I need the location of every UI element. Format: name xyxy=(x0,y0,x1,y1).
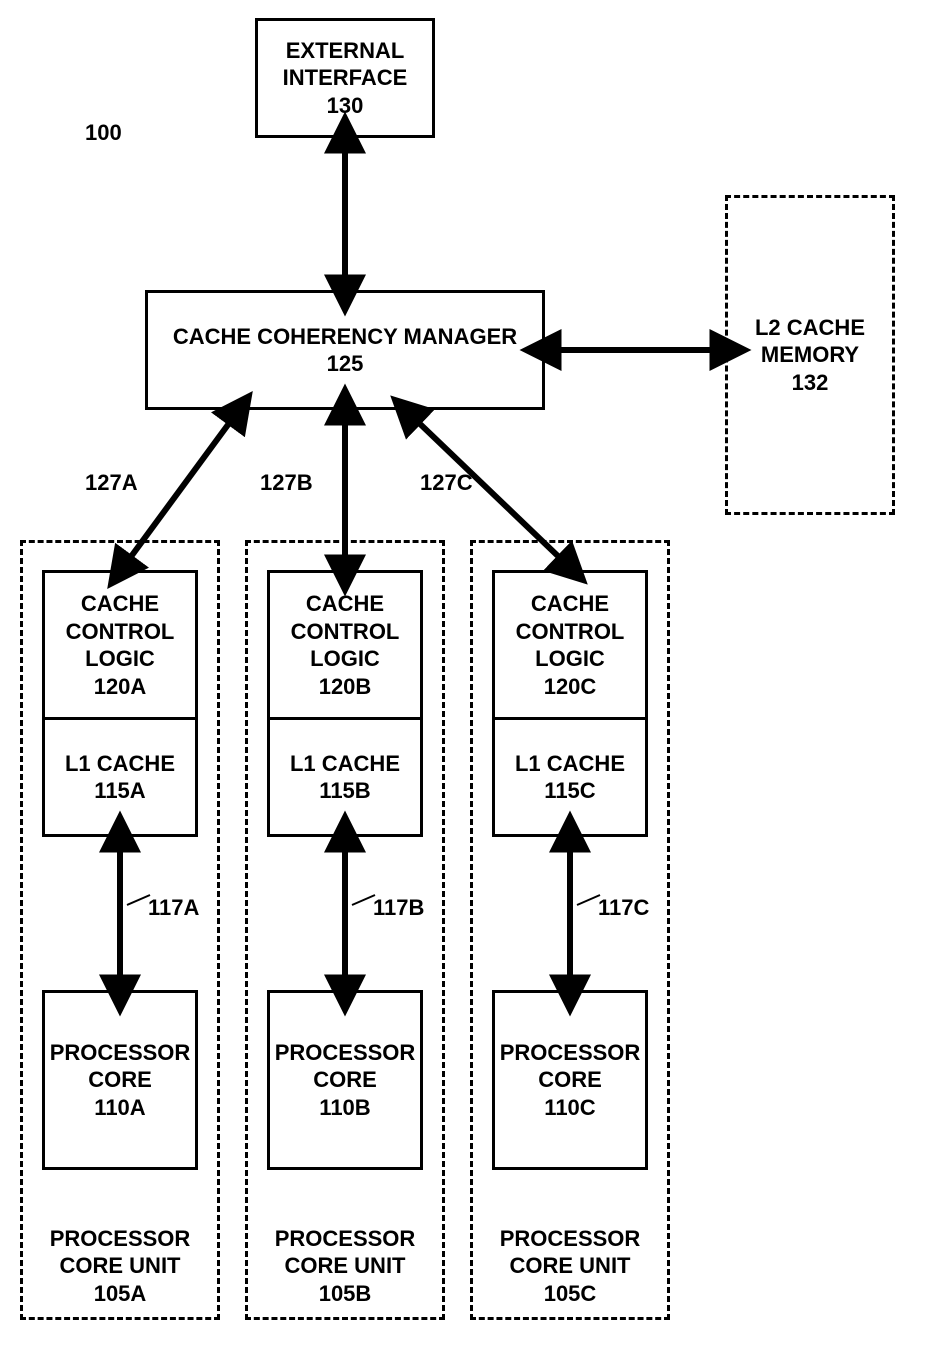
arrow-ccm-to-a xyxy=(130,422,230,558)
arrow-label-117a: 117A xyxy=(148,895,199,921)
unit-b-ref: 105B xyxy=(248,1280,442,1308)
cache-coherency-manager-ref: 125 xyxy=(327,350,364,378)
processor-unit-c-label: PROCESSOR CORE UNIT 105C xyxy=(473,1225,667,1308)
unit-a-ref: 105A xyxy=(23,1280,217,1308)
unit-b-title: PROCESSOR CORE UNIT xyxy=(248,1225,442,1280)
l1-cache-c-box: L1 CACHE 115C xyxy=(492,717,648,837)
l1-cache-a-title: L1 CACHE xyxy=(65,750,175,778)
l1-cache-c-title: L1 CACHE xyxy=(515,750,625,778)
l1-cache-b-box: L1 CACHE 115B xyxy=(267,717,423,837)
cache-control-c-title: CACHE CONTROL LOGIC xyxy=(495,590,645,673)
l1-cache-c-ref: 115C xyxy=(544,777,595,805)
processor-core-a-box: PROCESSOR CORE 110A xyxy=(42,990,198,1170)
diagram-canvas: 100 EXTERNAL INTERFACE 130 CACHE COHEREN… xyxy=(0,0,938,1356)
l2-cache-title: L2 CACHE MEMORY xyxy=(728,314,892,369)
l1-cache-b-ref: 115B xyxy=(319,777,370,805)
arrow-label-117b: 117B xyxy=(373,895,424,921)
diagram-id-label: 100 xyxy=(85,120,122,146)
processor-unit-b-label: PROCESSOR CORE UNIT 105B xyxy=(248,1225,442,1308)
unit-a-title: PROCESSOR CORE UNIT xyxy=(23,1225,217,1280)
cache-control-b-ref: 120B xyxy=(319,673,372,701)
l1-cache-a-box: L1 CACHE 115A xyxy=(42,717,198,837)
external-interface-ref: 130 xyxy=(327,92,364,120)
external-interface-title: EXTERNAL INTERFACE xyxy=(258,37,432,92)
processor-core-c-box: PROCESSOR CORE 110C xyxy=(492,990,648,1170)
arrow-label-117c: 117C xyxy=(598,895,649,921)
arrow-label-127b: 127B xyxy=(260,470,313,496)
cache-control-c-ref: 120C xyxy=(544,673,597,701)
processor-core-c-ref: 110C xyxy=(544,1094,595,1122)
cache-control-b-box: CACHE CONTROL LOGIC 120B xyxy=(267,570,423,720)
processor-core-b-title: PROCESSOR CORE xyxy=(270,1039,420,1094)
processor-core-c-title: PROCESSOR CORE xyxy=(495,1039,645,1094)
processor-core-a-title: PROCESSOR CORE xyxy=(45,1039,195,1094)
cache-control-c-box: CACHE CONTROL LOGIC 120C xyxy=(492,570,648,720)
cache-coherency-manager-box: CACHE COHERENCY MANAGER 125 xyxy=(145,290,545,410)
l1-cache-b-title: L1 CACHE xyxy=(290,750,400,778)
external-interface-box: EXTERNAL INTERFACE 130 xyxy=(255,18,435,138)
processor-core-b-ref: 110B xyxy=(319,1094,370,1122)
arrow-label-127c: 127C xyxy=(420,470,473,496)
unit-c-title: PROCESSOR CORE UNIT xyxy=(473,1225,667,1280)
cache-coherency-manager-title: CACHE COHERENCY MANAGER xyxy=(173,323,517,351)
arrow-label-127a: 127A xyxy=(85,470,138,496)
processor-core-b-box: PROCESSOR CORE 110B xyxy=(267,990,423,1170)
processor-core-a-ref: 110A xyxy=(94,1094,145,1122)
cache-control-a-box: CACHE CONTROL LOGIC 120A xyxy=(42,570,198,720)
cache-control-a-title: CACHE CONTROL LOGIC xyxy=(45,590,195,673)
cache-control-a-ref: 120A xyxy=(94,673,147,701)
l2-cache-ref: 132 xyxy=(792,369,829,397)
l1-cache-a-ref: 115A xyxy=(94,777,145,805)
processor-unit-a-label: PROCESSOR CORE UNIT 105A xyxy=(23,1225,217,1308)
unit-c-ref: 105C xyxy=(473,1280,667,1308)
l2-cache-box: L2 CACHE MEMORY 132 xyxy=(725,195,895,515)
cache-control-b-title: CACHE CONTROL LOGIC xyxy=(270,590,420,673)
